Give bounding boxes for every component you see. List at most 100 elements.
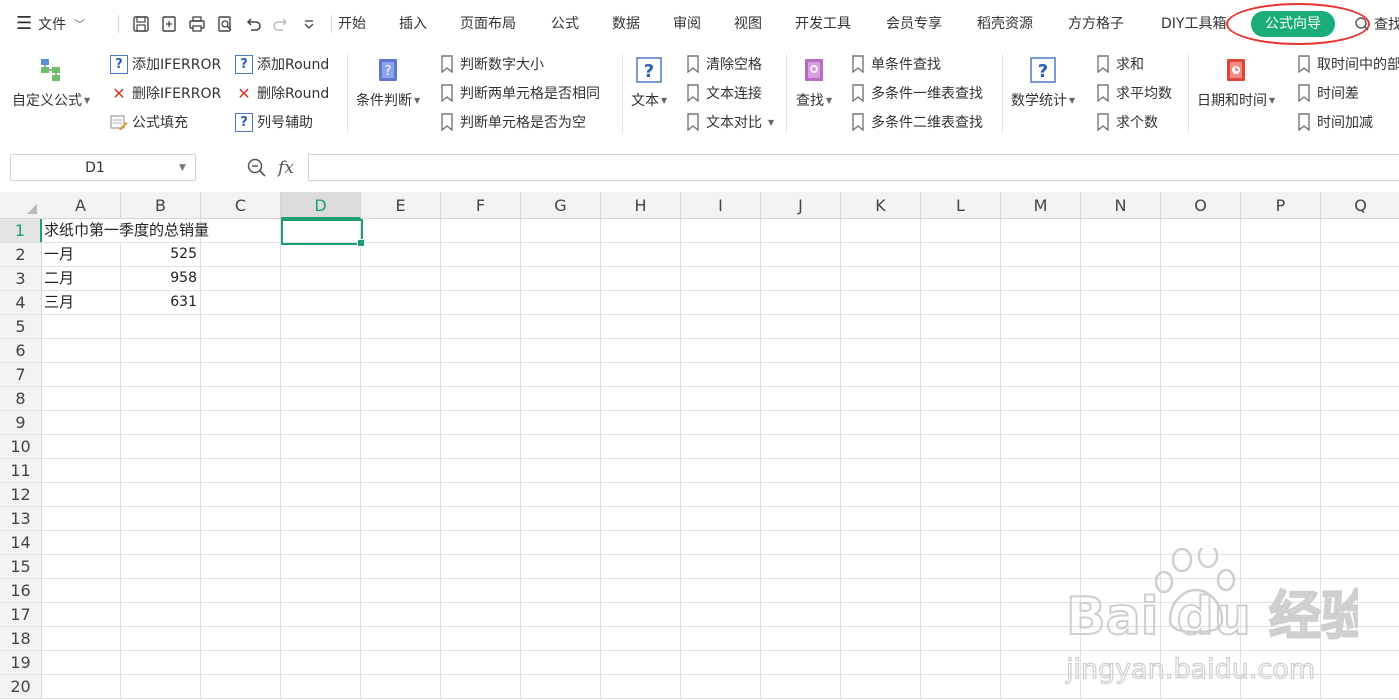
cell-q6[interactable] <box>1321 339 1399 363</box>
cell-i10[interactable] <box>681 435 761 459</box>
cell-c17[interactable] <box>201 603 281 627</box>
cell-m4[interactable] <box>1001 291 1081 315</box>
cell-j18[interactable] <box>761 627 841 651</box>
cell-e16[interactable] <box>361 579 441 603</box>
cell-l13[interactable] <box>921 507 1001 531</box>
cell-e6[interactable] <box>361 339 441 363</box>
cell-e3[interactable] <box>361 267 441 291</box>
cell-g15[interactable] <box>521 555 601 579</box>
cell-p12[interactable] <box>1241 483 1321 507</box>
cell-e4[interactable] <box>361 291 441 315</box>
save-icon[interactable] <box>129 12 153 36</box>
cell-o9[interactable] <box>1161 411 1241 435</box>
judge-two-cells-same-button[interactable]: 判断两单元格是否相同 <box>438 82 600 104</box>
cell-p17[interactable] <box>1241 603 1321 627</box>
cell-q18[interactable] <box>1321 627 1399 651</box>
cell-k19[interactable] <box>841 651 921 675</box>
column-header-n[interactable]: N <box>1081 192 1161 219</box>
cell-m3[interactable] <box>1001 267 1081 291</box>
cell-e17[interactable] <box>361 603 441 627</box>
cell-n13[interactable] <box>1081 507 1161 531</box>
row-header-12[interactable]: 12 <box>0 483 42 507</box>
cell-o7[interactable] <box>1161 363 1241 387</box>
cell-p1[interactable] <box>1241 219 1321 243</box>
row-header-14[interactable]: 14 <box>0 531 42 555</box>
cell-j4[interactable] <box>761 291 841 315</box>
cell-a4[interactable]: 三月 <box>41 291 121 315</box>
cell-f17[interactable] <box>441 603 521 627</box>
cell-j10[interactable] <box>761 435 841 459</box>
cell-o19[interactable] <box>1161 651 1241 675</box>
column-header-d[interactable]: D <box>281 192 361 219</box>
cell-k16[interactable] <box>841 579 921 603</box>
cell-k1[interactable] <box>841 219 921 243</box>
cell-d7[interactable] <box>281 363 361 387</box>
cell-i1[interactable] <box>681 219 761 243</box>
cell-a12[interactable] <box>41 483 121 507</box>
cell-g11[interactable] <box>521 459 601 483</box>
cell-i7[interactable] <box>681 363 761 387</box>
cell-q10[interactable] <box>1321 435 1399 459</box>
cell-e14[interactable] <box>361 531 441 555</box>
tab-start[interactable]: 开始 <box>338 12 366 36</box>
cell-h2[interactable] <box>601 243 681 267</box>
cell-o13[interactable] <box>1161 507 1241 531</box>
cell-q15[interactable] <box>1321 555 1399 579</box>
cell-l16[interactable] <box>921 579 1001 603</box>
cell-f1[interactable] <box>441 219 521 243</box>
cell-n4[interactable] <box>1081 291 1161 315</box>
cell-o6[interactable] <box>1161 339 1241 363</box>
sum-button[interactable]: 求和 <box>1094 53 1144 75</box>
column-header-c[interactable]: C <box>201 192 281 219</box>
cell-a13[interactable] <box>41 507 121 531</box>
redo-icon[interactable] <box>269 12 293 36</box>
tab-diy-toolbox[interactable]: DIY工具箱 <box>1161 12 1226 36</box>
cell-h9[interactable] <box>601 411 681 435</box>
cell-p18[interactable] <box>1241 627 1321 651</box>
column-header-k[interactable]: K <box>841 192 921 219</box>
cell-c4[interactable] <box>201 291 281 315</box>
cell-c16[interactable] <box>201 579 281 603</box>
cell-k20[interactable] <box>841 675 921 699</box>
time-add-button[interactable]: 时间加减 <box>1295 111 1373 133</box>
cell-q7[interactable] <box>1321 363 1399 387</box>
average-button[interactable]: 求平均数 <box>1094 82 1172 104</box>
cell-p11[interactable] <box>1241 459 1321 483</box>
cell-m5[interactable] <box>1001 315 1081 339</box>
cell-d2[interactable] <box>281 243 361 267</box>
row-header-5[interactable]: 5 <box>0 315 42 339</box>
cell-q2[interactable] <box>1321 243 1399 267</box>
cell-l3[interactable] <box>921 267 1001 291</box>
cell-p14[interactable] <box>1241 531 1321 555</box>
cell-o11[interactable] <box>1161 459 1241 483</box>
cell-k18[interactable] <box>841 627 921 651</box>
cell-d4[interactable] <box>281 291 361 315</box>
judge-number-size-button[interactable]: 判断数字大小 <box>438 53 544 75</box>
cell-f14[interactable] <box>441 531 521 555</box>
cell-h20[interactable] <box>601 675 681 699</box>
cell-m18[interactable] <box>1001 627 1081 651</box>
cell-q1[interactable] <box>1321 219 1399 243</box>
cell-l6[interactable] <box>921 339 1001 363</box>
remove-iferror-button[interactable]: ✕ 删除IFERROR <box>110 82 221 104</box>
cell-h18[interactable] <box>601 627 681 651</box>
cell-e10[interactable] <box>361 435 441 459</box>
multi-2d-lookup-button[interactable]: 多条件二维表查找 <box>849 111 983 133</box>
time-diff-button[interactable]: 时间差 <box>1295 82 1359 104</box>
cell-j9[interactable] <box>761 411 841 435</box>
cell-j20[interactable] <box>761 675 841 699</box>
tab-formulas[interactable]: 公式 <box>551 12 579 36</box>
cell-b10[interactable] <box>121 435 201 459</box>
cell-o14[interactable] <box>1161 531 1241 555</box>
cell-k3[interactable] <box>841 267 921 291</box>
cell-j19[interactable] <box>761 651 841 675</box>
cell-q3[interactable] <box>1321 267 1399 291</box>
row-header-8[interactable]: 8 <box>0 387 42 411</box>
cell-p16[interactable] <box>1241 579 1321 603</box>
cell-i3[interactable] <box>681 267 761 291</box>
cell-i15[interactable] <box>681 555 761 579</box>
cell-m1[interactable] <box>1001 219 1081 243</box>
cell-d17[interactable] <box>281 603 361 627</box>
cell-n6[interactable] <box>1081 339 1161 363</box>
cell-j1[interactable] <box>761 219 841 243</box>
